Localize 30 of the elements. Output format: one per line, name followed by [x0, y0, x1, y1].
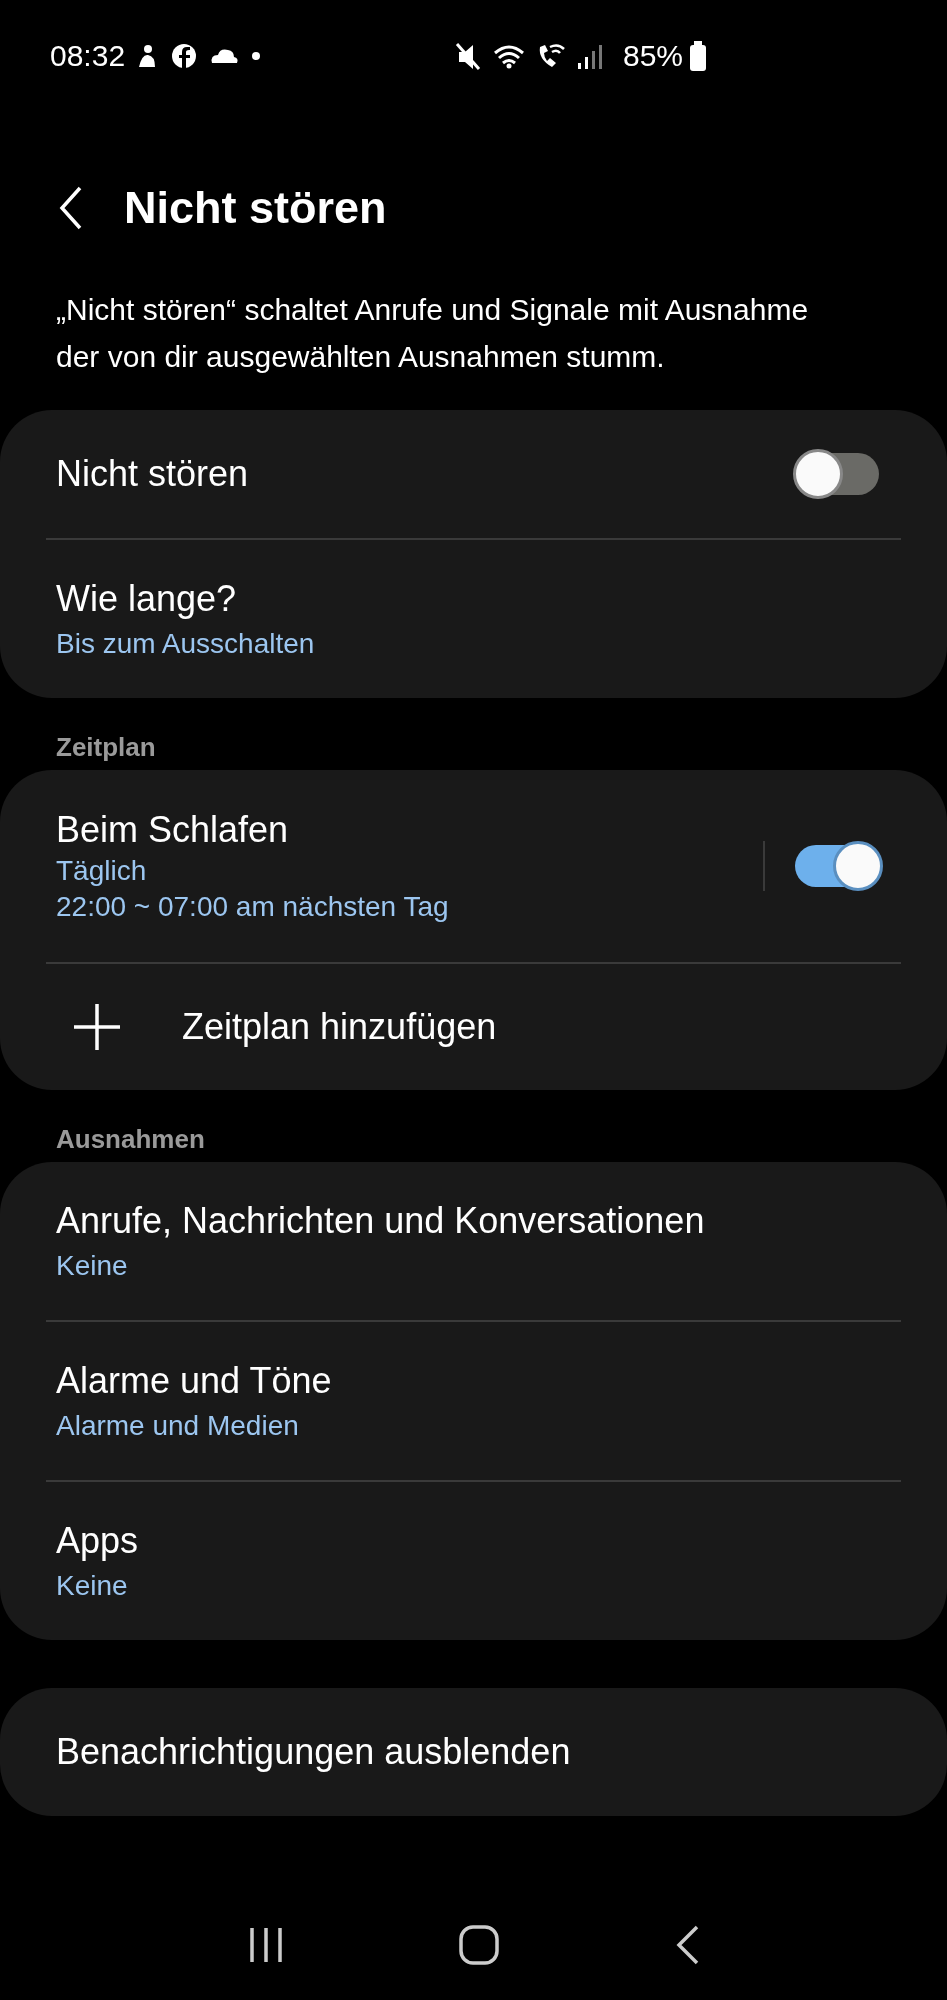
- setting-title[interactable]: Benachrichtigungen ausblenden: [56, 1731, 879, 1773]
- setting-title: Alarme und Töne: [56, 1360, 333, 1402]
- schedule-title: Beim Schlafen: [56, 809, 290, 851]
- add-schedule-label[interactable]: Zeitplan hinzufügen: [182, 1006, 879, 1048]
- schedule-detail: Täglich: [56, 855, 148, 887]
- battery-level: 85%: [622, 39, 683, 73]
- description-text: „Nicht stören“ schaltet Anrufe und Signale mit Ausnahme der von dir ausgewählten Ausnahmen stumm.: [56, 292, 810, 375]
- dot-icon: [251, 51, 262, 61]
- section-heading: Ausnahmen: [55, 1123, 206, 1156]
- page-title: Nicht stören: [124, 182, 387, 234]
- home-icon[interactable]: [458, 1924, 501, 1966]
- setting-value: Alarme und Medien: [56, 1410, 300, 1442]
- back-icon[interactable]: [58, 185, 84, 231]
- facebook-icon: [171, 43, 198, 69]
- signal-icon: [576, 43, 603, 69]
- battery-icon: [689, 41, 707, 71]
- setting-value: Keine: [56, 1250, 129, 1282]
- wifi-icon: [492, 43, 525, 69]
- setting-title: Apps: [56, 1520, 140, 1562]
- cloud-icon: [209, 48, 240, 64]
- setting-title: Wie lange?: [56, 578, 238, 620]
- add-icon: [72, 1002, 122, 1052]
- setting-title: Nicht stören: [56, 453, 250, 495]
- status-time: 08:32: [50, 39, 126, 73]
- setting-value: Bis zum Ausschalten: [56, 628, 316, 660]
- mute-icon: [454, 42, 481, 70]
- setting-value: Keine: [56, 1570, 129, 1602]
- setting-title: Anrufe, Nachrichten und Konversationen: [56, 1200, 706, 1242]
- section-heading: Zeitplan: [55, 731, 157, 764]
- schedule-detail: 22:00 ~ 07:00 am nächsten Tag: [56, 891, 450, 923]
